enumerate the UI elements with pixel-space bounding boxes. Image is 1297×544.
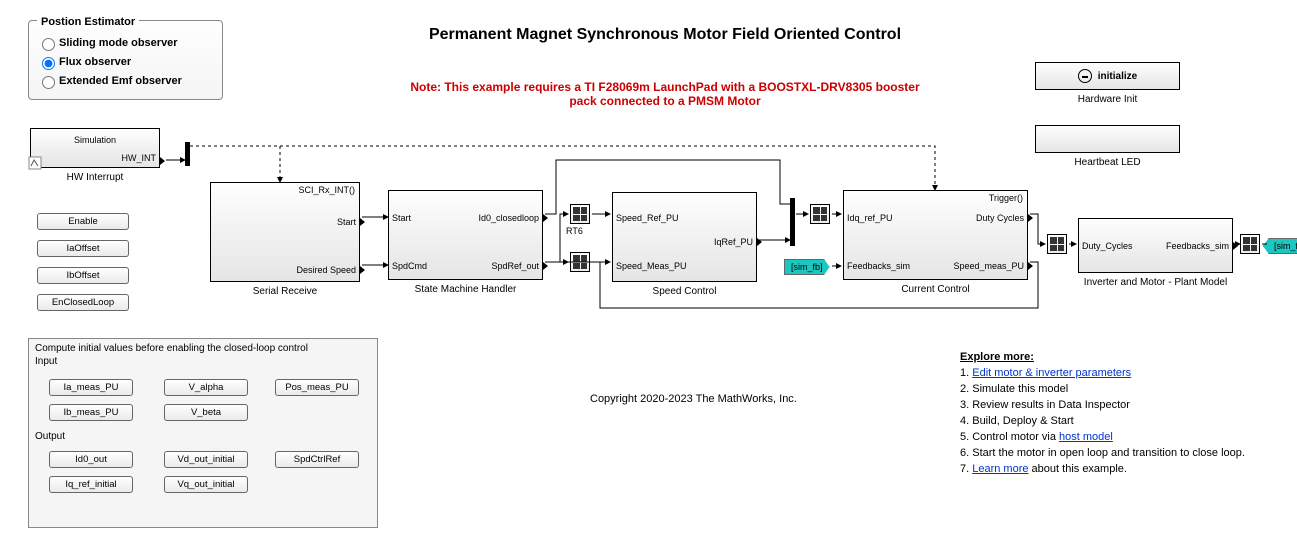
signal-wires: [0, 0, 1297, 544]
